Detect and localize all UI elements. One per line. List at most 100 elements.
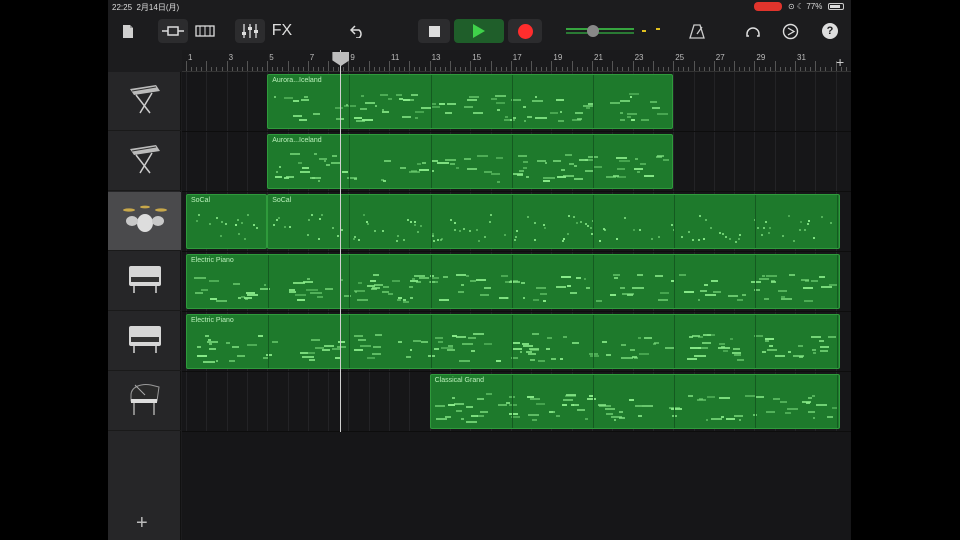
midi-note [395, 93, 403, 96]
playhead[interactable] [340, 50, 342, 432]
track-lane[interactable]: Classical Grand [182, 372, 851, 432]
midi-note [678, 273, 687, 276]
midi-note [302, 281, 313, 284]
midi-note [310, 338, 321, 341]
midi-note [310, 176, 322, 179]
mixer-icon[interactable] [235, 19, 265, 43]
region[interactable]: Classical Grand [429, 374, 840, 429]
track-header-grand-piano[interactable] [108, 372, 181, 431]
track-header-synth-keyboard[interactable] [108, 132, 181, 191]
add-track-button[interactable]: + [136, 512, 148, 535]
region[interactable]: Electric Piano [186, 254, 840, 309]
ruler-tick [257, 67, 259, 71]
loop-icon[interactable] [742, 19, 764, 43]
track-lane[interactable]: Aurora...Iceland [182, 132, 851, 192]
midi-note [197, 346, 202, 349]
loop-seam [755, 315, 757, 368]
ruler-tick [449, 61, 451, 71]
midi-note [485, 393, 492, 396]
bar-gridline [206, 132, 208, 191]
midi-note [786, 408, 798, 411]
midi-note [562, 336, 568, 339]
region[interactable]: Aurora...Iceland [267, 134, 674, 189]
midi-note [467, 337, 477, 340]
midi-note [300, 170, 311, 173]
midi-note [569, 162, 575, 165]
midi-note [585, 287, 591, 290]
midi-note [496, 109, 501, 112]
bar-gridline [246, 372, 248, 431]
track-header-electric-piano[interactable] [108, 312, 181, 371]
track-lane[interactable]: Electric Piano [182, 312, 851, 372]
region[interactable]: SoCal [267, 194, 840, 249]
document-icon[interactable] [118, 19, 138, 43]
undo-icon[interactable] [346, 19, 370, 43]
track-header-synth-keyboard[interactable] [108, 72, 181, 131]
loop-seam [592, 75, 594, 128]
region-name: Aurora...Iceland [272, 137, 322, 144]
browser-icon[interactable] [192, 19, 218, 43]
track-lane[interactable]: SoCal SoCal [182, 192, 851, 252]
midi-note [301, 99, 309, 102]
ruler-tick [541, 67, 543, 71]
ruler-tick [277, 67, 279, 71]
midi-note [382, 180, 386, 183]
midi-note [565, 394, 577, 397]
midi-note [331, 161, 340, 164]
track-lanes: Aurora...Iceland Aurora...Iceland SoCal SoC… [182, 72, 851, 540]
timeline-ruler[interactable]: 1 3 5 7 9 11 13 15 17 19 21 23 25 27 29 31 [182, 50, 851, 72]
add-section-button[interactable]: + [836, 54, 844, 70]
fx-button[interactable]: FX [268, 19, 296, 43]
midi-note [244, 296, 253, 299]
track-lane[interactable]: Aurora...Iceland [182, 72, 851, 132]
midi-note [560, 169, 565, 172]
midi-note [605, 176, 617, 179]
midi-note [497, 180, 501, 183]
midi-note [208, 343, 213, 346]
midi-note [806, 402, 811, 405]
loop-seam [511, 255, 513, 308]
midi-note [537, 160, 546, 163]
record-icon[interactable] [508, 19, 542, 43]
midi-note [278, 217, 281, 220]
midi-note [735, 240, 738, 243]
midi-note [602, 227, 605, 230]
midi-note [272, 223, 275, 226]
track-header-drum-kit[interactable] [108, 192, 181, 251]
midi-note [793, 240, 796, 243]
region[interactable]: Aurora...Iceland [267, 74, 674, 129]
midi-note [436, 418, 447, 421]
master-volume-icon[interactable] [564, 19, 664, 43]
midi-note [767, 348, 778, 351]
midi-note [812, 237, 815, 240]
track-header-electric-piano[interactable] [108, 252, 181, 311]
ruler-tick [607, 67, 609, 71]
region[interactable]: Electric Piano [186, 314, 840, 369]
ruler-tick [749, 67, 751, 71]
midi-note [620, 119, 625, 122]
midi-note [209, 222, 212, 225]
midi-note [337, 235, 340, 238]
bar-gridline [774, 132, 776, 191]
midi-note [392, 280, 400, 283]
midi-note [531, 333, 540, 336]
settings-icon[interactable] [779, 19, 801, 43]
ruler-tick [246, 61, 248, 71]
play-icon[interactable] [454, 19, 504, 43]
midi-note [620, 112, 623, 115]
midi-note [698, 214, 701, 217]
track-view-icon[interactable] [158, 19, 188, 43]
bar-gridline [307, 372, 309, 431]
midi-note [656, 155, 662, 158]
track-lane[interactable]: Electric Piano [182, 252, 851, 312]
help-icon[interactable]: ? [819, 19, 841, 43]
loop-seam [674, 375, 676, 428]
ruler-tick [216, 67, 218, 71]
region[interactable]: SoCal [186, 194, 268, 249]
ruler-tick [571, 61, 573, 71]
stop-icon[interactable] [418, 19, 450, 43]
midi-note [490, 172, 500, 175]
midi-note [587, 398, 596, 401]
metronome-icon[interactable] [686, 19, 708, 43]
midi-note [354, 117, 363, 120]
